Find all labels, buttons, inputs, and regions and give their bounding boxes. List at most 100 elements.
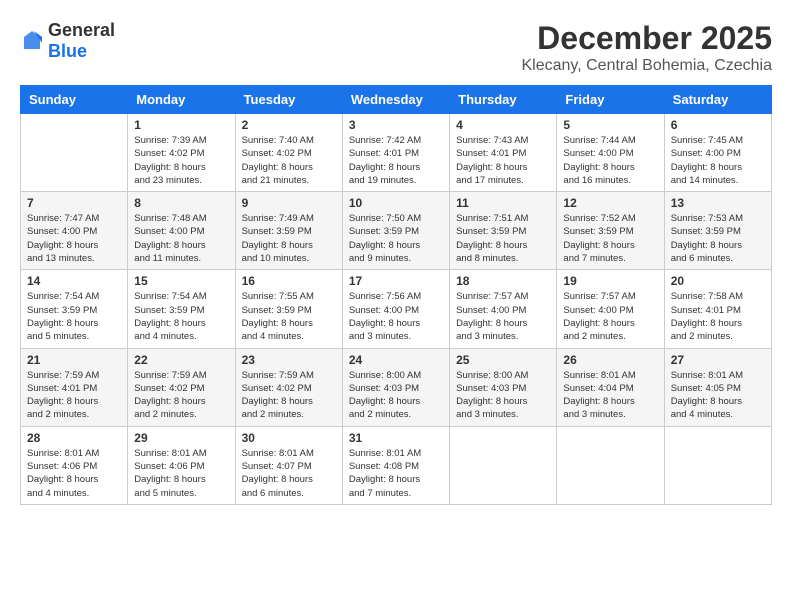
calendar-cell: 3 Sunrise: 7:42 AM Sunset: 4:01 PM Daylig… <box>342 114 449 192</box>
day-info: Sunrise: 7:39 AM Sunset: 4:02 PM Dayligh… <box>134 134 228 187</box>
title-area: December 2025 Klecany, Central Bohemia, … <box>522 20 773 75</box>
weekday-header-row: SundayMondayTuesdayWednesdayThursdayFrid… <box>21 86 772 114</box>
day-info: Sunrise: 7:42 AM Sunset: 4:01 PM Dayligh… <box>349 134 443 187</box>
calendar-cell: 15 Sunrise: 7:54 AM Sunset: 3:59 PM Dayli… <box>128 270 235 348</box>
day-number: 20 <box>671 274 765 288</box>
calendar-cell: 19 Sunrise: 7:57 AM Sunset: 4:00 PM Dayli… <box>557 270 664 348</box>
day-number: 15 <box>134 274 228 288</box>
day-number: 31 <box>349 431 443 445</box>
day-number: 12 <box>563 196 657 210</box>
day-number: 24 <box>349 353 443 367</box>
calendar-cell: 14 Sunrise: 7:54 AM Sunset: 3:59 PM Dayli… <box>21 270 128 348</box>
day-info: Sunrise: 7:43 AM Sunset: 4:01 PM Dayligh… <box>456 134 550 187</box>
calendar-cell: 5 Sunrise: 7:44 AM Sunset: 4:00 PM Daylig… <box>557 114 664 192</box>
day-info: Sunrise: 7:45 AM Sunset: 4:00 PM Dayligh… <box>671 134 765 187</box>
day-number: 19 <box>563 274 657 288</box>
month-title: December 2025 <box>522 20 773 57</box>
calendar-cell <box>557 426 664 504</box>
weekday-header-monday: Monday <box>128 86 235 114</box>
day-info: Sunrise: 8:00 AM Sunset: 4:03 PM Dayligh… <box>349 369 443 422</box>
day-number: 6 <box>671 118 765 132</box>
day-number: 4 <box>456 118 550 132</box>
calendar-cell: 4 Sunrise: 7:43 AM Sunset: 4:01 PM Daylig… <box>450 114 557 192</box>
day-info: Sunrise: 8:01 AM Sunset: 4:04 PM Dayligh… <box>563 369 657 422</box>
calendar-cell: 24 Sunrise: 8:00 AM Sunset: 4:03 PM Dayli… <box>342 348 449 426</box>
logo: General Blue <box>20 20 115 62</box>
calendar-cell: 2 Sunrise: 7:40 AM Sunset: 4:02 PM Daylig… <box>235 114 342 192</box>
day-number: 27 <box>671 353 765 367</box>
day-info: Sunrise: 7:53 AM Sunset: 3:59 PM Dayligh… <box>671 212 765 265</box>
day-info: Sunrise: 7:59 AM Sunset: 4:02 PM Dayligh… <box>242 369 336 422</box>
day-info: Sunrise: 7:44 AM Sunset: 4:00 PM Dayligh… <box>563 134 657 187</box>
calendar-cell: 28Sunrise: 8:01 AM Sunset: 4:06 PM Dayli… <box>21 426 128 504</box>
weekday-header-sunday: Sunday <box>21 86 128 114</box>
weekday-header-thursday: Thursday <box>450 86 557 114</box>
day-number: 30 <box>242 431 336 445</box>
day-info: Sunrise: 7:48 AM Sunset: 4:00 PM Dayligh… <box>134 212 228 265</box>
day-number: 22 <box>134 353 228 367</box>
calendar-cell: 23 Sunrise: 7:59 AM Sunset: 4:02 PM Dayli… <box>235 348 342 426</box>
day-number: 21 <box>27 353 121 367</box>
day-number: 25 <box>456 353 550 367</box>
logo-general: General <box>48 20 115 40</box>
day-number: 8 <box>134 196 228 210</box>
weekday-header-tuesday: Tuesday <box>235 86 342 114</box>
day-number: 13 <box>671 196 765 210</box>
logo-icon <box>20 29 44 53</box>
calendar-cell: 21 Sunrise: 7:59 AM Sunset: 4:01 PM Dayli… <box>21 348 128 426</box>
day-number: 11 <box>456 196 550 210</box>
calendar-cell: 12 Sunrise: 7:52 AM Sunset: 3:59 PM Dayli… <box>557 192 664 270</box>
calendar-cell: 11 Sunrise: 7:51 AM Sunset: 3:59 PM Dayli… <box>450 192 557 270</box>
day-number: 1 <box>134 118 228 132</box>
calendar-cell: 30Sunrise: 8:01 AM Sunset: 4:07 PM Dayli… <box>235 426 342 504</box>
day-info: Sunrise: 8:01 AM Sunset: 4:06 PM Dayligh… <box>27 447 121 500</box>
day-info: Sunrise: 7:40 AM Sunset: 4:02 PM Dayligh… <box>242 134 336 187</box>
weekday-header-saturday: Saturday <box>664 86 771 114</box>
calendar-cell: 8 Sunrise: 7:48 AM Sunset: 4:00 PM Daylig… <box>128 192 235 270</box>
day-number: 18 <box>456 274 550 288</box>
header: General Blue December 2025 Klecany, Cent… <box>20 20 772 75</box>
day-number: 23 <box>242 353 336 367</box>
logo-text: General Blue <box>48 20 115 62</box>
day-number: 16 <box>242 274 336 288</box>
day-info: Sunrise: 8:01 AM Sunset: 4:05 PM Dayligh… <box>671 369 765 422</box>
day-info: Sunrise: 7:47 AM Sunset: 4:00 PM Dayligh… <box>27 212 121 265</box>
calendar-cell: 29 Sunrise: 8:01 AM Sunset: 4:06 PM Dayli… <box>128 426 235 504</box>
day-info: Sunrise: 8:01 AM Sunset: 4:06 PM Dayligh… <box>134 447 228 500</box>
calendar-cell: 13 Sunrise: 7:53 AM Sunset: 3:59 PM Dayli… <box>664 192 771 270</box>
calendar-cell: 1 Sunrise: 7:39 AM Sunset: 4:02 PM Daylig… <box>128 114 235 192</box>
calendar-cell: 17 Sunrise: 7:56 AM Sunset: 4:00 PM Dayli… <box>342 270 449 348</box>
day-info: Sunrise: 7:55 AM Sunset: 3:59 PM Dayligh… <box>242 290 336 343</box>
calendar-cell: 18Sunrise: 7:57 AM Sunset: 4:00 PM Dayli… <box>450 270 557 348</box>
day-info: Sunrise: 7:54 AM Sunset: 3:59 PM Dayligh… <box>27 290 121 343</box>
day-number: 14 <box>27 274 121 288</box>
calendar-week-row: 21 Sunrise: 7:59 AM Sunset: 4:01 PM Dayli… <box>21 348 772 426</box>
day-info: Sunrise: 7:54 AM Sunset: 3:59 PM Dayligh… <box>134 290 228 343</box>
calendar-cell: 25 Sunrise: 8:00 AM Sunset: 4:03 PM Dayli… <box>450 348 557 426</box>
day-info: Sunrise: 7:52 AM Sunset: 3:59 PM Dayligh… <box>563 212 657 265</box>
calendar-cell: 16 Sunrise: 7:55 AM Sunset: 3:59 PM Dayli… <box>235 270 342 348</box>
day-info: Sunrise: 7:56 AM Sunset: 4:00 PM Dayligh… <box>349 290 443 343</box>
day-number: 3 <box>349 118 443 132</box>
calendar-cell: 7 Sunrise: 7:47 AM Sunset: 4:00 PM Daylig… <box>21 192 128 270</box>
day-number: 5 <box>563 118 657 132</box>
day-number: 7 <box>27 196 121 210</box>
day-info: Sunrise: 8:01 AM Sunset: 4:08 PM Dayligh… <box>349 447 443 500</box>
day-number: 9 <box>242 196 336 210</box>
day-info: Sunrise: 7:51 AM Sunset: 3:59 PM Dayligh… <box>456 212 550 265</box>
calendar-cell: 31 Sunrise: 8:01 AM Sunset: 4:08 PM Dayli… <box>342 426 449 504</box>
calendar-cell: 27 Sunrise: 8:01 AM Sunset: 4:05 PM Dayli… <box>664 348 771 426</box>
weekday-header-friday: Friday <box>557 86 664 114</box>
calendar-week-row: 1 Sunrise: 7:39 AM Sunset: 4:02 PM Daylig… <box>21 114 772 192</box>
day-number: 29 <box>134 431 228 445</box>
calendar-cell <box>664 426 771 504</box>
day-number: 10 <box>349 196 443 210</box>
calendar-cell: 22Sunrise: 7:59 AM Sunset: 4:02 PM Dayli… <box>128 348 235 426</box>
day-info: Sunrise: 7:57 AM Sunset: 4:00 PM Dayligh… <box>563 290 657 343</box>
calendar: SundayMondayTuesdayWednesdayThursdayFrid… <box>20 85 772 505</box>
day-info: Sunrise: 7:59 AM Sunset: 4:01 PM Dayligh… <box>27 369 121 422</box>
day-info: Sunrise: 8:00 AM Sunset: 4:03 PM Dayligh… <box>456 369 550 422</box>
day-number: 2 <box>242 118 336 132</box>
calendar-cell <box>450 426 557 504</box>
day-number: 17 <box>349 274 443 288</box>
